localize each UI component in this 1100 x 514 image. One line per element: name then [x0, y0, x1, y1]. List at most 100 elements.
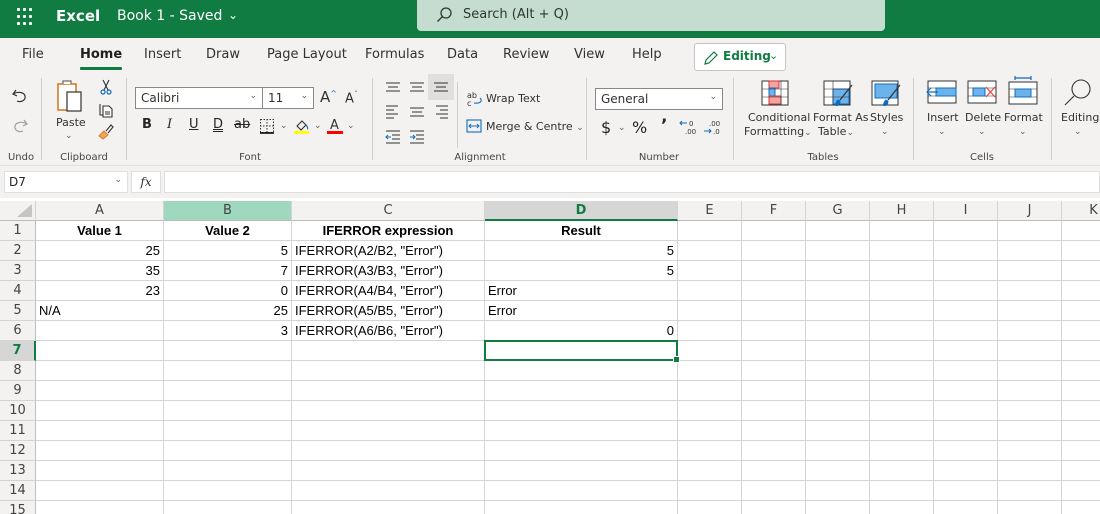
document-title[interactable]: Book 1 - Saved — [117, 8, 222, 24]
cell-a2[interactable]: 25 — [36, 241, 164, 261]
cell-g15[interactable] — [806, 501, 870, 514]
cell-f6[interactable] — [742, 321, 806, 341]
cell-e15[interactable] — [678, 501, 742, 514]
cell-g14[interactable] — [806, 481, 870, 501]
cell-a13[interactable] — [36, 461, 164, 481]
cell-f15[interactable] — [742, 501, 806, 514]
cell-h9[interactable] — [870, 381, 934, 401]
editing-group-button[interactable]: Editing ⌄ — [1058, 78, 1100, 142]
cell-j5[interactable] — [998, 301, 1062, 321]
cell-c8[interactable] — [292, 361, 485, 381]
cell-b6[interactable]: 3 — [164, 321, 292, 341]
undo-icon[interactable] — [10, 86, 30, 106]
cell-f10[interactable] — [742, 401, 806, 421]
cell-a3[interactable]: 35 — [36, 261, 164, 281]
redo-icon[interactable] — [10, 116, 30, 136]
cell-k11[interactable] — [1062, 421, 1100, 441]
app-launcher-icon[interactable] — [17, 8, 35, 26]
cell-f4[interactable] — [742, 281, 806, 301]
cell-a12[interactable] — [36, 441, 164, 461]
increase-decimal-icon[interactable]: 0.00 — [679, 118, 699, 136]
cell-h3[interactable] — [870, 261, 934, 281]
row-header-11[interactable]: 11 — [0, 421, 36, 441]
cell-h2[interactable] — [870, 241, 934, 261]
cell-d3[interactable]: 5 — [485, 261, 678, 281]
row-header-5[interactable]: 5 — [0, 301, 36, 321]
cell-g6[interactable] — [806, 321, 870, 341]
row-header-14[interactable]: 14 — [0, 481, 36, 501]
cell-k9[interactable] — [1062, 381, 1100, 401]
tab-draw[interactable]: Draw — [206, 47, 240, 62]
cell-c9[interactable] — [292, 381, 485, 401]
row-header-9[interactable]: 9 — [0, 381, 36, 401]
cell-h11[interactable] — [870, 421, 934, 441]
cell-d11[interactable] — [485, 421, 678, 441]
row-header-1[interactable]: 1 — [0, 221, 36, 241]
cell-g9[interactable] — [806, 381, 870, 401]
column-header-a[interactable]: A — [36, 201, 164, 221]
increase-indent-icon[interactable] — [408, 128, 426, 146]
row-header-13[interactable]: 13 — [0, 461, 36, 481]
cell-b12[interactable] — [164, 441, 292, 461]
cell-f11[interactable] — [742, 421, 806, 441]
cell-b10[interactable] — [164, 401, 292, 421]
cell-c13[interactable] — [292, 461, 485, 481]
copy-icon[interactable] — [97, 101, 115, 119]
cell-b9[interactable] — [164, 381, 292, 401]
cell-f13[interactable] — [742, 461, 806, 481]
tab-home[interactable]: Home — [80, 47, 123, 70]
merge-centre-button[interactable]: Merge & Centre ⌄ — [486, 120, 584, 133]
cell-c7[interactable] — [292, 341, 485, 361]
cell-k14[interactable] — [1062, 481, 1100, 501]
align-right-icon[interactable] — [432, 103, 450, 121]
cell-g4[interactable] — [806, 281, 870, 301]
cell-j14[interactable] — [998, 481, 1062, 501]
cell-i14[interactable] — [934, 481, 998, 501]
cell-j9[interactable] — [998, 381, 1062, 401]
cell-b2[interactable]: 5 — [164, 241, 292, 261]
align-center-icon[interactable] — [408, 103, 426, 121]
cell-e14[interactable] — [678, 481, 742, 501]
cell-j10[interactable] — [998, 401, 1062, 421]
cell-g12[interactable] — [806, 441, 870, 461]
format-painter-icon[interactable] — [97, 122, 115, 140]
increase-font-size-icon[interactable]: A^ — [320, 88, 337, 106]
tab-data[interactable]: Data — [447, 47, 478, 62]
cell-h4[interactable] — [870, 281, 934, 301]
row-header-6[interactable]: 6 — [0, 321, 36, 341]
cell-a14[interactable] — [36, 481, 164, 501]
cell-e12[interactable] — [678, 441, 742, 461]
tab-help[interactable]: Help — [632, 47, 662, 62]
cell-f5[interactable] — [742, 301, 806, 321]
cell-d8[interactable] — [485, 361, 678, 381]
cell-h7[interactable] — [870, 341, 934, 361]
cell-e6[interactable] — [678, 321, 742, 341]
cell-d12[interactable] — [485, 441, 678, 461]
column-header-b[interactable]: B — [164, 201, 292, 221]
cell-e5[interactable] — [678, 301, 742, 321]
paste-button[interactable]: Paste ⌄ — [52, 78, 90, 146]
cell-f12[interactable] — [742, 441, 806, 461]
cell-j8[interactable] — [998, 361, 1062, 381]
decrease-indent-icon[interactable] — [384, 128, 402, 146]
cell-i5[interactable] — [934, 301, 998, 321]
editing-mode-button[interactable]: Editing ⌄ — [694, 43, 786, 71]
cell-h8[interactable] — [870, 361, 934, 381]
cell-a15[interactable] — [36, 501, 164, 514]
decrease-decimal-icon[interactable]: .00.0 — [703, 118, 723, 136]
underline-icon[interactable]: U — [189, 117, 199, 132]
chevron-down-icon[interactable]: ⌄ — [347, 121, 355, 131]
cell-c11[interactable] — [292, 421, 485, 441]
cell-i9[interactable] — [934, 381, 998, 401]
cell-j4[interactable] — [998, 281, 1062, 301]
cell-j12[interactable] — [998, 441, 1062, 461]
cell-j2[interactable] — [998, 241, 1062, 261]
wrap-text-button[interactable]: Wrap Text — [486, 92, 540, 105]
cell-a4[interactable]: 23 — [36, 281, 164, 301]
cell-j1[interactable] — [998, 221, 1062, 241]
cell-d6[interactable]: 0 — [485, 321, 678, 341]
cell-e3[interactable] — [678, 261, 742, 281]
cell-k10[interactable] — [1062, 401, 1100, 421]
cell-i10[interactable] — [934, 401, 998, 421]
percent-style-icon[interactable]: % — [632, 118, 647, 137]
